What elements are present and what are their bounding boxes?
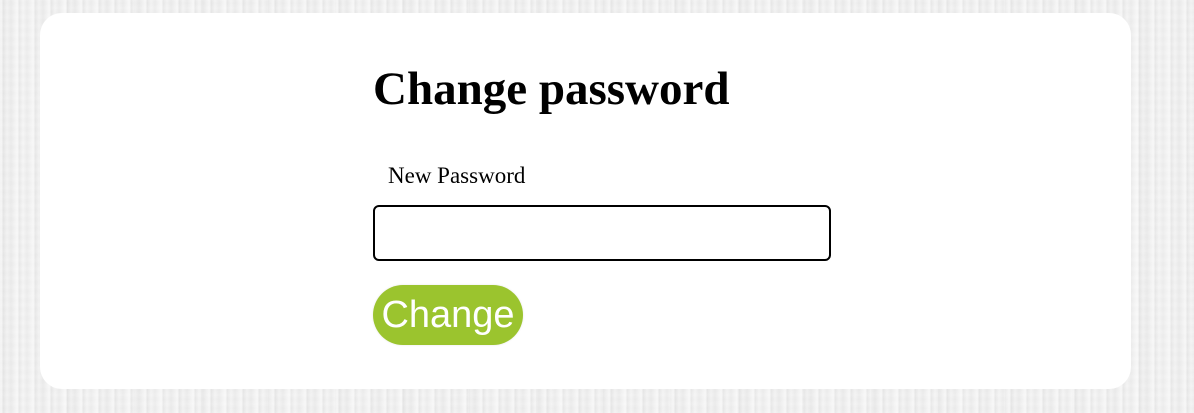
page-title: Change password <box>373 63 730 115</box>
change-button[interactable]: Change <box>373 285 523 345</box>
new-password-label: New Password <box>388 163 526 188</box>
change-password-card: Change password New Password Change <box>40 13 1131 389</box>
new-password-field[interactable] <box>373 205 831 261</box>
